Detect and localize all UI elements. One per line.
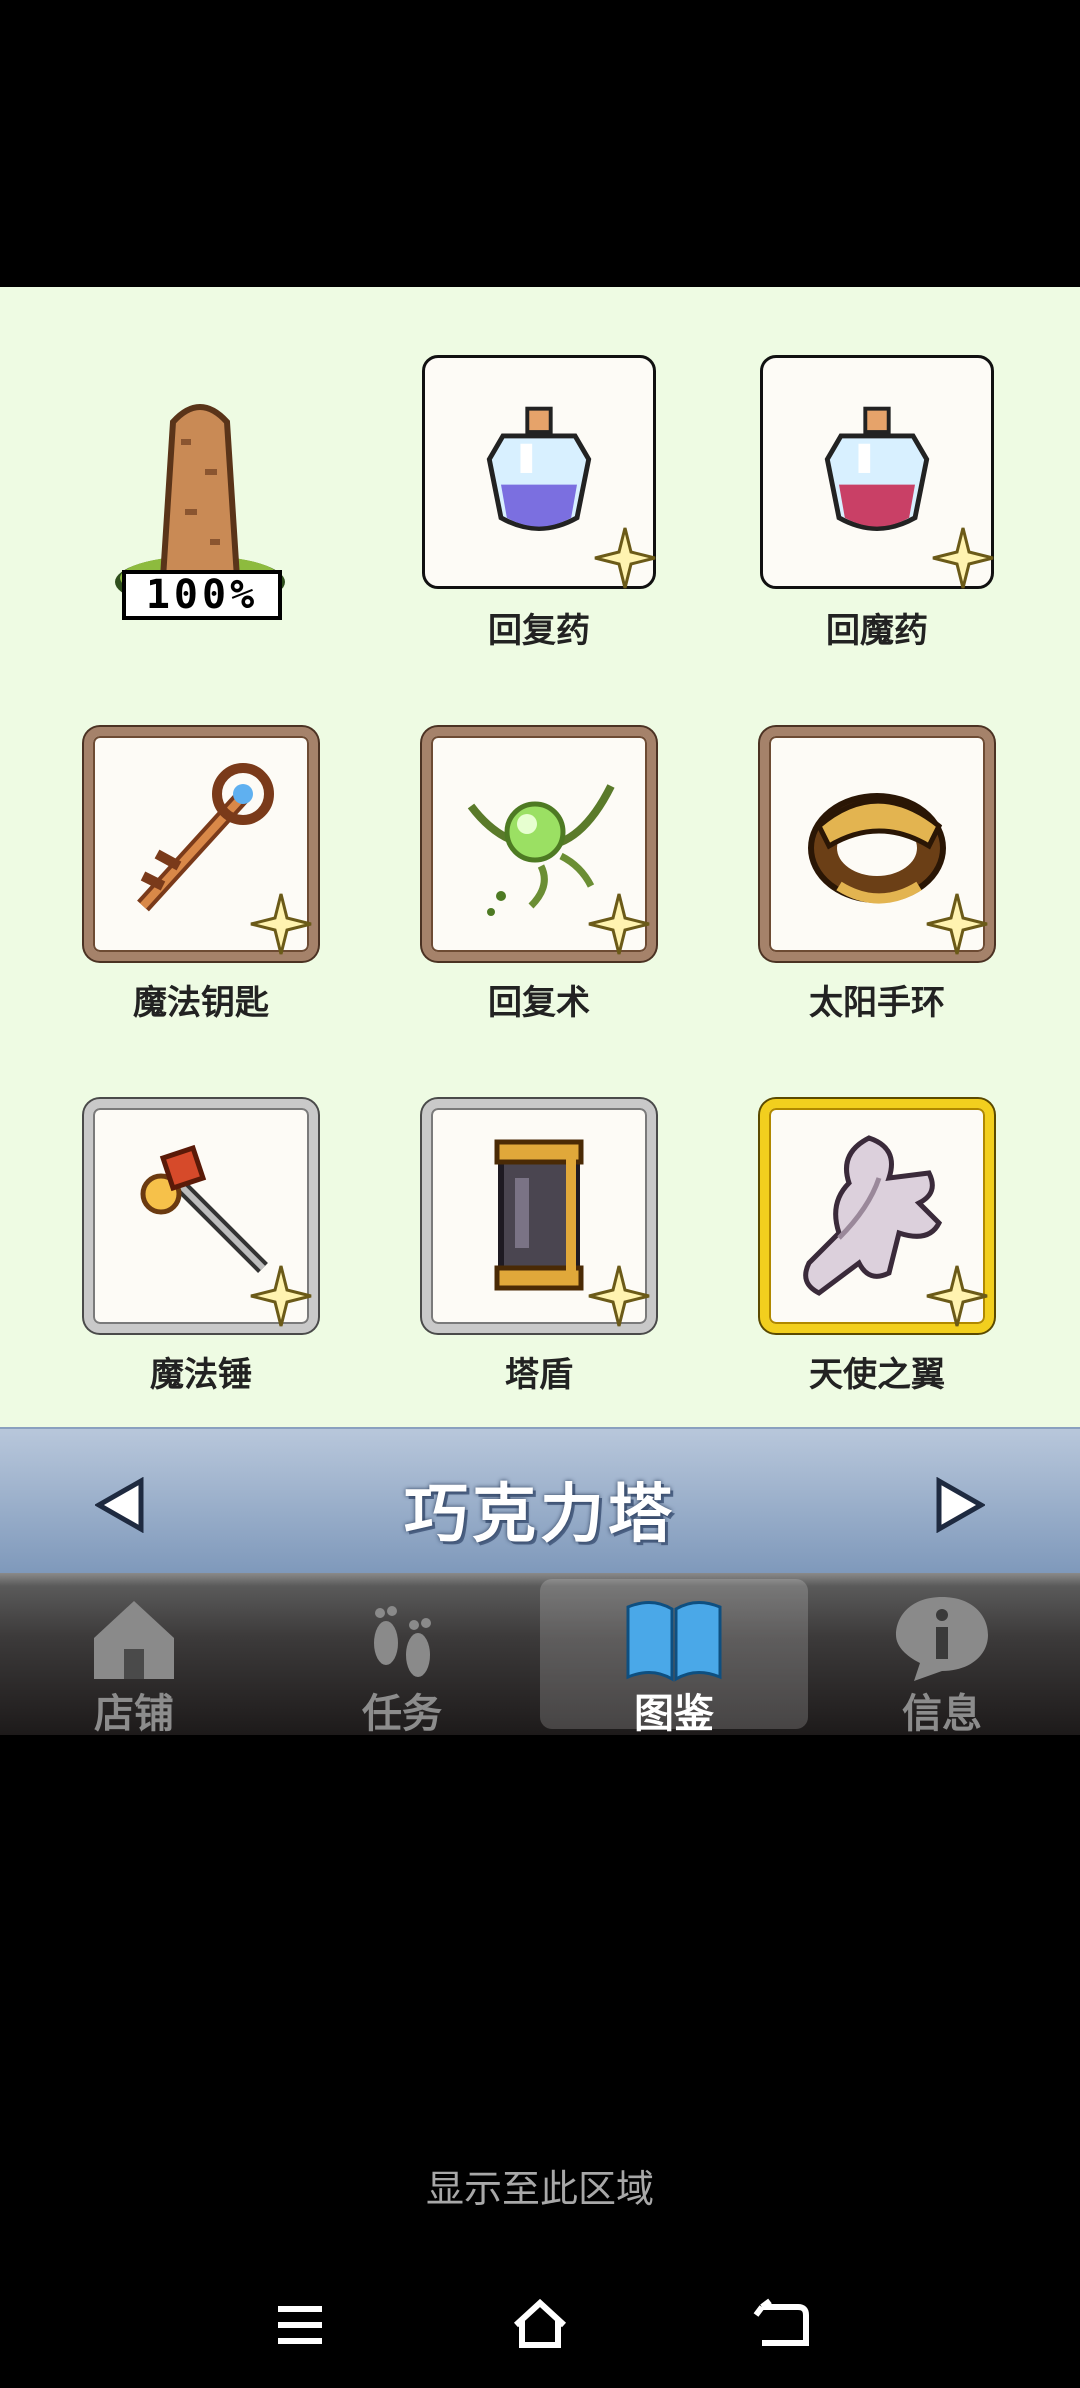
item-card	[760, 727, 994, 961]
bottom-tab-bar: 店铺 任务 图鉴 信息	[0, 1573, 1080, 1737]
sparkle-icon	[588, 1265, 650, 1327]
info-bubble-icon	[896, 1597, 988, 1681]
item-label: 回复术	[488, 983, 590, 1023]
back-icon[interactable]	[752, 2297, 812, 2353]
sparkle-icon	[588, 893, 650, 955]
item-label: 魔法锤	[150, 1355, 252, 1395]
item-card	[760, 355, 994, 589]
item-angel-wing[interactable]: 天使之翼	[760, 1099, 994, 1396]
item-label: 塔盾	[505, 1355, 573, 1395]
footprints-icon	[374, 1606, 431, 1677]
item-card	[84, 1099, 318, 1333]
completion-percent: 100%	[122, 570, 282, 620]
home-icon	[94, 1601, 174, 1679]
area-title-bar: 巧克力塔	[0, 1427, 1080, 1573]
next-arrow-button[interactable]	[935, 1477, 985, 1533]
tab-quests[interactable]: 任务	[268, 1579, 536, 1737]
item-card	[760, 1099, 994, 1333]
item-card	[422, 1099, 656, 1333]
sparkle-icon	[250, 893, 312, 955]
tab-label: 店铺	[94, 1691, 174, 1737]
item-magic-key[interactable]: 魔法钥匙	[84, 727, 318, 1024]
display-area-hint: 显示至此区域	[425, 2167, 654, 2211]
tab-encyclopedia[interactable]: 图鉴	[540, 1579, 808, 1737]
tab-shop[interactable]: 店铺	[0, 1579, 268, 1737]
tab-label: 图鉴	[634, 1691, 714, 1737]
sparkle-icon	[250, 1265, 312, 1327]
area-title: 巧克力塔	[404, 1478, 676, 1552]
item-heal-spell[interactable]: 回复术	[422, 727, 656, 1024]
item-card	[84, 727, 318, 961]
tab-label: 任务	[362, 1691, 442, 1737]
item-label: 太阳手环	[809, 983, 945, 1023]
item-card	[422, 355, 656, 589]
item-label: 天使之翼	[809, 1355, 945, 1395]
item-mana-potion[interactable]: 回魔药	[760, 355, 994, 652]
item-label: 魔法钥匙	[133, 983, 269, 1023]
item-label: 回魔药	[826, 611, 928, 651]
sparkle-icon	[926, 893, 988, 955]
item-recovery-potion[interactable]: 回复药	[422, 355, 656, 652]
tab-info[interactable]: 信息	[808, 1579, 1076, 1737]
book-icon	[626, 1601, 722, 1682]
item-card	[422, 727, 656, 961]
item-magic-hammer[interactable]: 魔法锤	[84, 1099, 318, 1396]
sparkle-icon	[932, 527, 994, 589]
menu-icon[interactable]	[270, 2297, 330, 2353]
collection-panel: 100% 回复药 回魔药 魔法钥匙 回复术 太阳手环 魔法锤 塔盾 天使之翼	[0, 287, 1080, 1427]
item-label: 回复药	[488, 611, 590, 651]
sparkle-icon	[926, 1265, 988, 1327]
item-sun-bracelet[interactable]: 太阳手环	[760, 727, 994, 1024]
tab-label: 信息	[902, 1691, 982, 1737]
item-tower-shield[interactable]: 塔盾	[422, 1099, 656, 1396]
home-nav-icon[interactable]	[510, 2297, 570, 2353]
sparkle-icon	[594, 527, 656, 589]
